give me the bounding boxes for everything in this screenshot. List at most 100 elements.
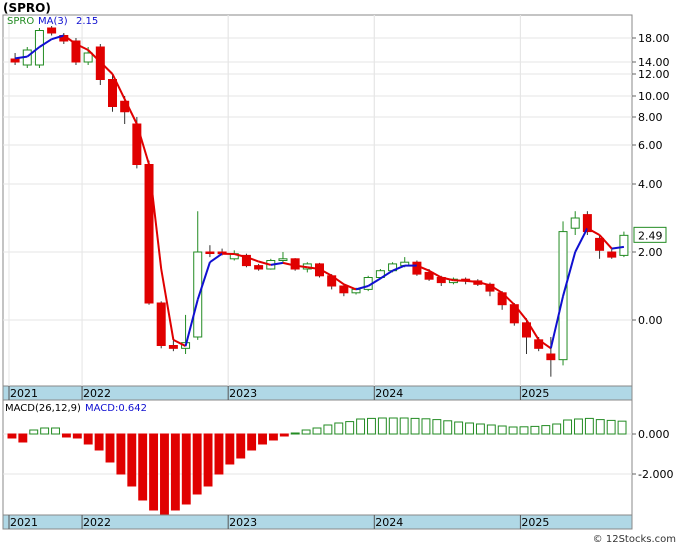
macd-bar	[410, 417, 420, 435]
price-year-label: 2022	[83, 387, 111, 400]
macd-panel	[2, 399, 633, 516]
macd-year-label: 2022	[83, 516, 111, 529]
macd-tick-label: 0.000	[638, 428, 670, 441]
macd-bar	[345, 421, 355, 435]
candle-body	[412, 261, 422, 275]
macd-bar	[454, 421, 464, 435]
macd-bar	[617, 420, 627, 435]
candle-body	[108, 79, 117, 107]
macd-bar	[552, 423, 562, 435]
macd-bar	[127, 433, 137, 487]
macd-bar	[563, 419, 573, 435]
candle-body	[193, 251, 203, 338]
macd-bar	[377, 417, 387, 435]
candle-body	[619, 234, 629, 256]
price-tick-label: 12.00	[638, 68, 670, 81]
price-year-label: 2024	[375, 387, 403, 400]
candle-body	[351, 288, 361, 294]
macd-year-label: 2021	[10, 516, 38, 529]
price-tick-label: 4.00	[638, 178, 663, 191]
candle-body	[278, 258, 288, 261]
price-year-label: 2023	[229, 387, 257, 400]
candle-body	[83, 52, 93, 63]
last-price-label: 2.49	[638, 229, 663, 242]
price-year-label: 2025	[521, 387, 549, 400]
candle-body	[570, 217, 580, 229]
macd-bar	[203, 433, 213, 487]
macd-bar	[83, 433, 93, 445]
macd-year-label: 2025	[521, 516, 549, 529]
price-year-label: 2021	[10, 387, 38, 400]
stock-chart: 18.0014.0012.0010.008.006.004.002.000.00…	[2, 14, 673, 530]
macd-bar	[443, 420, 453, 435]
price-tick-label: 10.00	[638, 90, 670, 103]
macd-legend-label: MACD(26,12,9)	[5, 403, 81, 414]
candle-body	[156, 302, 166, 346]
candle-body	[290, 258, 300, 270]
macd-bar	[214, 433, 224, 475]
macd-bar	[279, 433, 289, 437]
chart-title: (SPRO)	[3, 1, 51, 15]
watermark: © 12Stocks.com	[592, 534, 676, 545]
macd-bar	[258, 433, 267, 445]
macd-bar	[18, 433, 28, 443]
macd-year-label: 2023	[229, 516, 257, 529]
macd-bar	[541, 425, 551, 435]
macd-bar	[530, 425, 540, 435]
macd-bar	[192, 433, 202, 495]
ma-line-segment	[453, 279, 466, 282]
macd-legend-value: MACD:0.642	[85, 403, 147, 414]
macd-bar	[519, 426, 529, 435]
macd-bar	[268, 433, 278, 441]
candle-body	[546, 353, 556, 361]
macd-bar	[105, 433, 115, 463]
price-tick-label: 8.00	[638, 111, 663, 124]
macd-bar	[149, 433, 159, 511]
macd-bar	[486, 424, 496, 435]
candle-body	[339, 285, 349, 294]
macd-bar	[181, 433, 191, 505]
candle-body	[10, 58, 20, 63]
macd-bar	[475, 423, 485, 435]
macd-bar	[356, 418, 366, 435]
macd-bar	[170, 433, 180, 511]
macd-bar	[72, 433, 82, 439]
macd-year-label: 2024	[375, 516, 403, 529]
macd-bar	[225, 433, 235, 465]
macd-bar	[421, 418, 431, 435]
macd-bar	[247, 433, 257, 451]
legend-ticker: SPRO	[7, 16, 34, 27]
candle-body	[607, 251, 617, 258]
legend-ma-value: 2.15	[76, 16, 98, 27]
macd-bar	[432, 419, 442, 435]
macd-bar	[388, 417, 398, 435]
price-tick-label: 0.00	[638, 314, 663, 327]
macd-bar	[236, 433, 246, 459]
macd-bar	[323, 424, 333, 435]
macd-bar	[51, 427, 60, 435]
macd-bar	[290, 432, 300, 435]
macd-tick-label: -2.000	[638, 468, 673, 481]
candle-body	[47, 27, 57, 34]
candle-body	[254, 265, 264, 270]
macd-bar	[29, 429, 39, 435]
macd-bar	[497, 425, 507, 435]
macd-bar	[61, 433, 71, 438]
macd-bar	[40, 427, 50, 435]
price-tick-label: 2.00	[638, 246, 663, 259]
macd-bar	[399, 417, 409, 435]
macd-bar	[94, 433, 104, 451]
macd-bar	[465, 422, 474, 435]
legend-ma-label: MA(3)	[38, 16, 68, 27]
candle-body	[424, 271, 434, 280]
macd-bar	[160, 433, 169, 515]
ma-line-segment	[465, 279, 478, 283]
macd-bar	[508, 426, 518, 435]
macd-bar	[606, 419, 616, 435]
candle-body	[168, 345, 178, 349]
macd-bar	[595, 419, 605, 435]
macd-bar	[312, 427, 322, 435]
price-tick-label: 6.00	[638, 139, 663, 152]
macd-bar	[301, 429, 311, 435]
macd-bar	[367, 417, 376, 435]
